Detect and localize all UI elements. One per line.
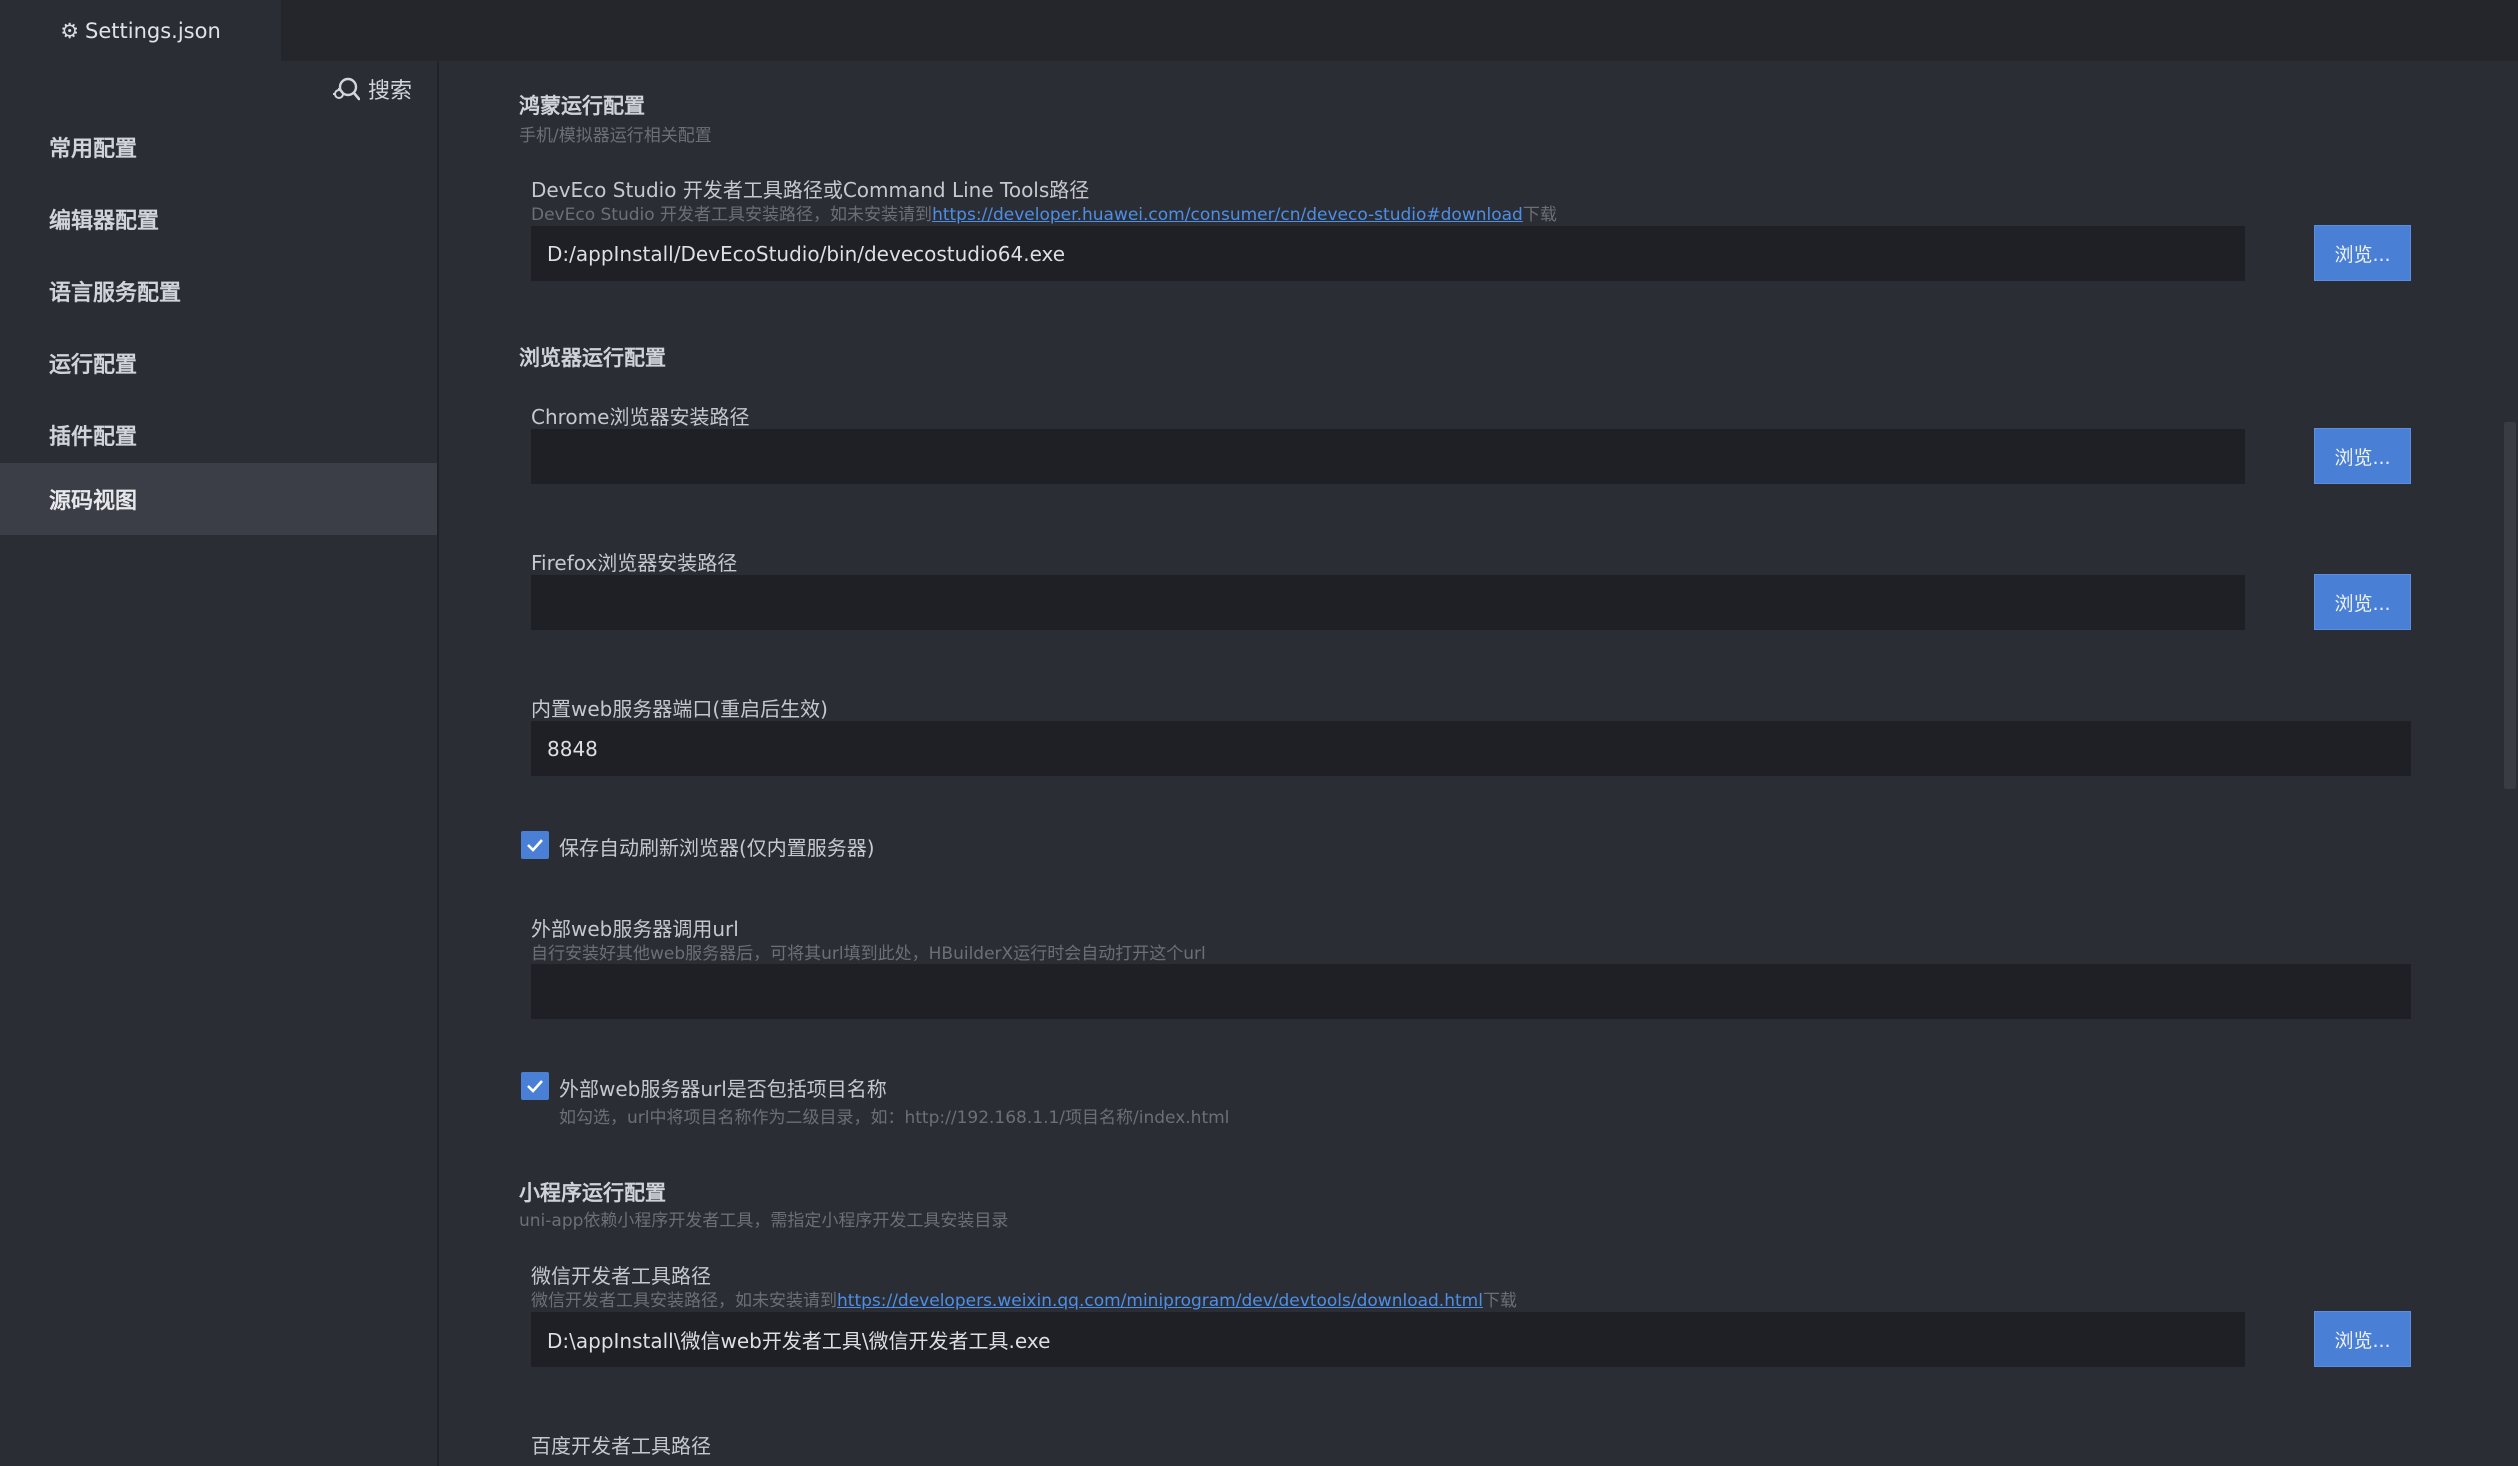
external-url-label: 外部web服务器调用url — [531, 917, 739, 941]
section-title-miniprogram: 小程序运行配置 — [519, 1181, 666, 1205]
sidebar-item-source-view[interactable]: 源码视图 — [0, 463, 437, 535]
deveco-browse-button[interactable]: 浏览... — [2314, 225, 2411, 281]
tab-settings-json[interactable]: ⚙ Settings.json — [0, 0, 281, 61]
sidebar-item-label: 编辑器配置 — [49, 209, 160, 234]
web-server-port-label: 内置web服务器端口(重启后生效) — [531, 697, 828, 721]
search-settings-icon — [332, 76, 360, 102]
baidu-path-label: 百度开发者工具路径 — [531, 1434, 711, 1458]
firefox-browse-button[interactable]: 浏览... — [2314, 574, 2411, 630]
search-button[interactable]: 搜索 — [332, 71, 412, 107]
include-project-description: 如勾选，url中将项目名称作为二级目录，如：http://192.168.1.1… — [559, 1108, 1230, 1128]
sidebar-item-label: 源码视图 — [49, 489, 138, 514]
wechat-path-label: 微信开发者工具路径 — [531, 1264, 711, 1288]
vertical-scrollbar[interactable] — [2504, 422, 2516, 789]
section-subtitle-miniprogram: uni-app依赖小程序开发者工具，需指定小程序开发工具安装目录 — [519, 1211, 1009, 1231]
settings-content: 鸿蒙运行配置 手机/模拟器运行相关配置 DevEco Studio 开发者工具路… — [439, 61, 2518, 1466]
external-url-input[interactable] — [531, 964, 2411, 1019]
deveco-path-label: DevEco Studio 开发者工具路径或Command Line Tools… — [531, 178, 1090, 202]
search-label: 搜索 — [368, 79, 413, 104]
web-server-port-input[interactable] — [531, 721, 2411, 776]
include-project-label: 外部web服务器url是否包括项目名称 — [559, 1077, 887, 1101]
sidebar-item-plugins[interactable]: 插件配置 — [0, 399, 437, 471]
sidebar-item-label: 语言服务配置 — [49, 281, 182, 306]
sidebar-item-label: 插件配置 — [49, 425, 138, 450]
wechat-browse-button[interactable]: 浏览... — [2314, 1311, 2411, 1367]
external-url-description: 自行安装好其他web服务器后，可将其url填到此处，HBuilderX运行时会自… — [531, 944, 1206, 964]
sidebar-item-editor[interactable]: 编辑器配置 — [0, 183, 437, 255]
checkmark-icon — [527, 839, 543, 852]
wechat-download-link[interactable]: https://developers.weixin.qq.com/minipro… — [837, 1291, 1483, 1311]
checkmark-icon — [527, 1080, 543, 1093]
sidebar-item-label: 常用配置 — [49, 137, 138, 162]
tab-title: Settings.json — [85, 18, 221, 43]
wechat-path-description: 微信开发者工具安装路径，如未安装请到https://developers.wei… — [531, 1291, 1517, 1311]
sidebar-item-run[interactable]: 运行配置 — [0, 327, 437, 399]
sidebar-item-label: 运行配置 — [49, 353, 138, 378]
wechat-path-input[interactable] — [531, 1312, 2245, 1367]
deveco-path-input[interactable] — [531, 226, 2245, 281]
deveco-path-description: DevEco Studio 开发者工具安装路径，如未安装请到https://de… — [531, 205, 1557, 225]
firefox-path-input[interactable] — [531, 575, 2245, 630]
sidebar: 搜索 常用配置 编辑器配置 语言服务配置 运行配置 插件配置 源码视图 — [0, 61, 439, 1466]
sidebar-item-common[interactable]: 常用配置 — [0, 111, 437, 183]
section-title-harmony: 鸿蒙运行配置 — [519, 94, 645, 118]
chrome-path-input[interactable] — [531, 429, 2245, 484]
tab-bar: ⚙ Settings.json — [0, 0, 2518, 61]
autorefresh-label: 保存自动刷新浏览器(仅内置服务器) — [559, 836, 875, 860]
autorefresh-checkbox[interactable] — [521, 831, 549, 859]
section-subtitle-harmony: 手机/模拟器运行相关配置 — [519, 126, 712, 146]
deveco-download-link[interactable]: https://developer.huawei.com/consumer/cn… — [932, 205, 1523, 225]
gear-icon: ⚙ — [60, 18, 80, 43]
sidebar-item-language-service[interactable]: 语言服务配置 — [0, 255, 437, 327]
chrome-browse-button[interactable]: 浏览... — [2314, 428, 2411, 484]
firefox-path-label: Firefox浏览器安装路径 — [531, 551, 738, 575]
include-project-checkbox[interactable] — [521, 1072, 549, 1100]
section-title-browser: 浏览器运行配置 — [519, 346, 666, 370]
chrome-path-label: Chrome浏览器安装路径 — [531, 405, 750, 429]
